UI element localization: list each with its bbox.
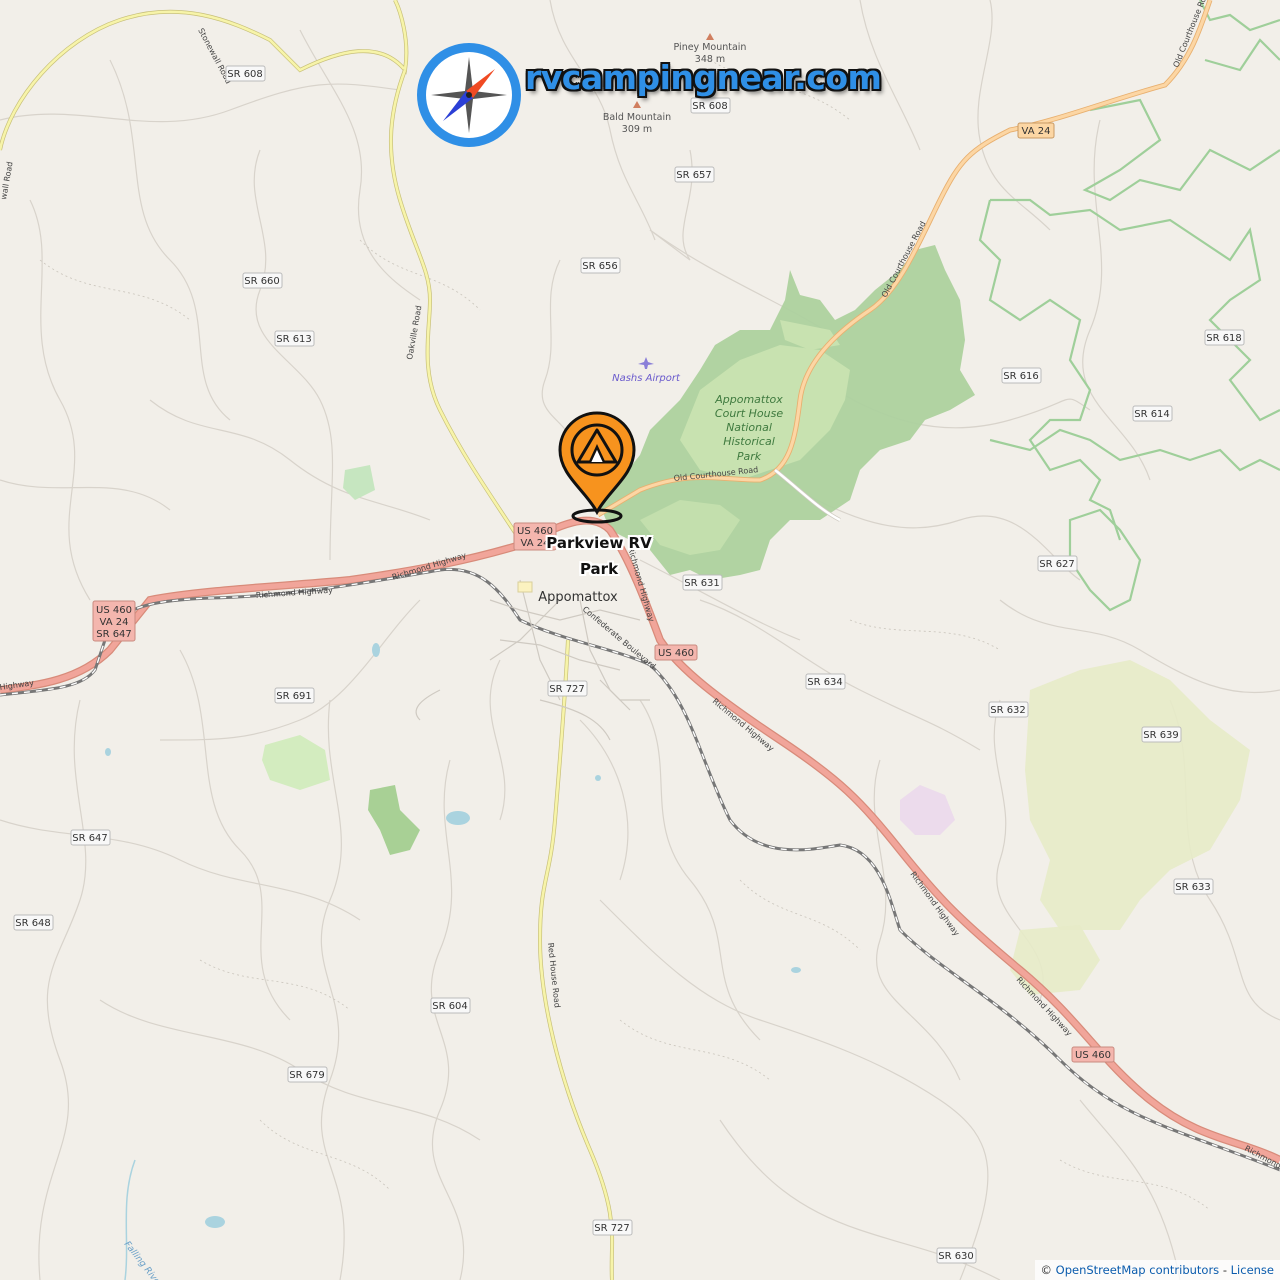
svg-text:SR 632: SR 632 bbox=[990, 705, 1026, 716]
svg-text:SR 647: SR 647 bbox=[96, 629, 132, 640]
shield-us460d: US 460 bbox=[1071, 1046, 1115, 1063]
svg-text:SR 618: SR 618 bbox=[1206, 333, 1242, 344]
shield-sr608a: SR 608 bbox=[225, 65, 266, 82]
svg-text:SR 656: SR 656 bbox=[582, 261, 618, 272]
svg-text:SR 634: SR 634 bbox=[807, 677, 843, 688]
svg-text:SR 639: SR 639 bbox=[1143, 730, 1179, 741]
svg-text:SR 614: SR 614 bbox=[1134, 409, 1170, 420]
shield-sr639: SR 639 bbox=[1141, 726, 1182, 743]
airport-label: Nashs Airport bbox=[612, 373, 681, 384]
shield-sr613: SR 613 bbox=[274, 330, 315, 347]
shield-sr656: SR 656 bbox=[580, 257, 621, 274]
svg-text:SR 633: SR 633 bbox=[1175, 882, 1211, 893]
park-label-line-4: Historical bbox=[723, 435, 775, 448]
shield-sr627: SR 627 bbox=[1037, 555, 1078, 572]
svg-text:SR 627: SR 627 bbox=[1039, 559, 1075, 570]
map-canvas[interactable]: Piney Mountain 348 m Bald Mountain 309 m… bbox=[0, 0, 1280, 1280]
map-attribution: © OpenStreetMap contributors - License bbox=[1034, 1260, 1280, 1280]
park-label-line-5: Park bbox=[737, 450, 762, 463]
shield-us460-va24-sr647: US 460VA 24SR 647 bbox=[92, 600, 136, 642]
park-label-line-3: National bbox=[726, 421, 772, 434]
svg-text:SR 657: SR 657 bbox=[676, 170, 712, 181]
svg-text:US 460: US 460 bbox=[1075, 1050, 1111, 1061]
svg-text:SR 613: SR 613 bbox=[276, 334, 312, 345]
svg-text:US 460: US 460 bbox=[96, 605, 132, 616]
shield-sr618: SR 618 bbox=[1204, 329, 1245, 346]
shield-va24a: VA 24 bbox=[1017, 122, 1055, 139]
shield-sr691: SR 691 bbox=[274, 687, 315, 704]
osm-contributors-link[interactable]: OpenStreetMap contributors bbox=[1056, 1263, 1220, 1277]
svg-text:VA 24: VA 24 bbox=[1022, 126, 1051, 137]
svg-text:SR 647: SR 647 bbox=[72, 833, 108, 844]
shield-sr633: SR 633 bbox=[1173, 878, 1214, 895]
attribution-separator: - bbox=[1219, 1263, 1231, 1277]
shield-sr632: SR 632 bbox=[988, 701, 1029, 718]
svg-text:SR 648: SR 648 bbox=[15, 918, 51, 929]
brand-logo[interactable]: rvcampingnear.com bbox=[415, 40, 882, 152]
svg-text:SR 608: SR 608 bbox=[227, 69, 263, 80]
shield-sr648: SR 648 bbox=[13, 914, 54, 931]
shield-us460c: US 460 bbox=[654, 644, 698, 661]
campground-name-label[interactable]: Parkview RV Park bbox=[540, 530, 658, 582]
svg-text:SR 604: SR 604 bbox=[432, 1001, 468, 1012]
shield-sr616: SR 616 bbox=[1001, 367, 1042, 384]
svg-text:SR 630: SR 630 bbox=[938, 1251, 974, 1262]
svg-text:US 460: US 460 bbox=[658, 648, 694, 659]
brand-wordmark: rvcampingnear.com bbox=[525, 58, 882, 97]
svg-text:SR 660: SR 660 bbox=[244, 276, 280, 287]
svg-text:SR 727: SR 727 bbox=[594, 1223, 630, 1234]
shield-sr660: SR 660 bbox=[242, 272, 283, 289]
town-label: Appomattox bbox=[538, 590, 618, 605]
shield-sr604: SR 604 bbox=[430, 997, 471, 1014]
svg-text:SR 691: SR 691 bbox=[276, 691, 312, 702]
svg-text:SR 727: SR 727 bbox=[549, 684, 585, 695]
svg-text:SR 616: SR 616 bbox=[1003, 371, 1039, 382]
shield-sr614: SR 614 bbox=[1132, 405, 1173, 422]
map-layer: Piney Mountain 348 m Bald Mountain 309 m… bbox=[0, 0, 1280, 1280]
shield-sr727a: SR 727 bbox=[547, 680, 588, 697]
svg-text:SR 679: SR 679 bbox=[289, 1070, 325, 1081]
park-label-line-1: Appomattox bbox=[714, 393, 783, 406]
svg-text:SR 631: SR 631 bbox=[684, 578, 720, 589]
shield-sr679: SR 679 bbox=[287, 1066, 328, 1083]
shield-sr647b: SR 647 bbox=[70, 829, 111, 846]
license-link[interactable]: License bbox=[1231, 1263, 1274, 1277]
park-label-line-2: Court House bbox=[715, 407, 783, 420]
attribution-prefix: © bbox=[1040, 1263, 1056, 1277]
town-building bbox=[517, 581, 533, 593]
shield-sr630: SR 630 bbox=[936, 1247, 977, 1264]
shield-sr727b: SR 727 bbox=[592, 1219, 633, 1236]
shield-sr657: SR 657 bbox=[674, 166, 715, 183]
shield-sr634: SR 634 bbox=[805, 673, 846, 690]
svg-text:VA 24: VA 24 bbox=[100, 617, 129, 628]
compass-icon bbox=[417, 43, 521, 147]
shield-sr631: SR 631 bbox=[682, 574, 723, 591]
